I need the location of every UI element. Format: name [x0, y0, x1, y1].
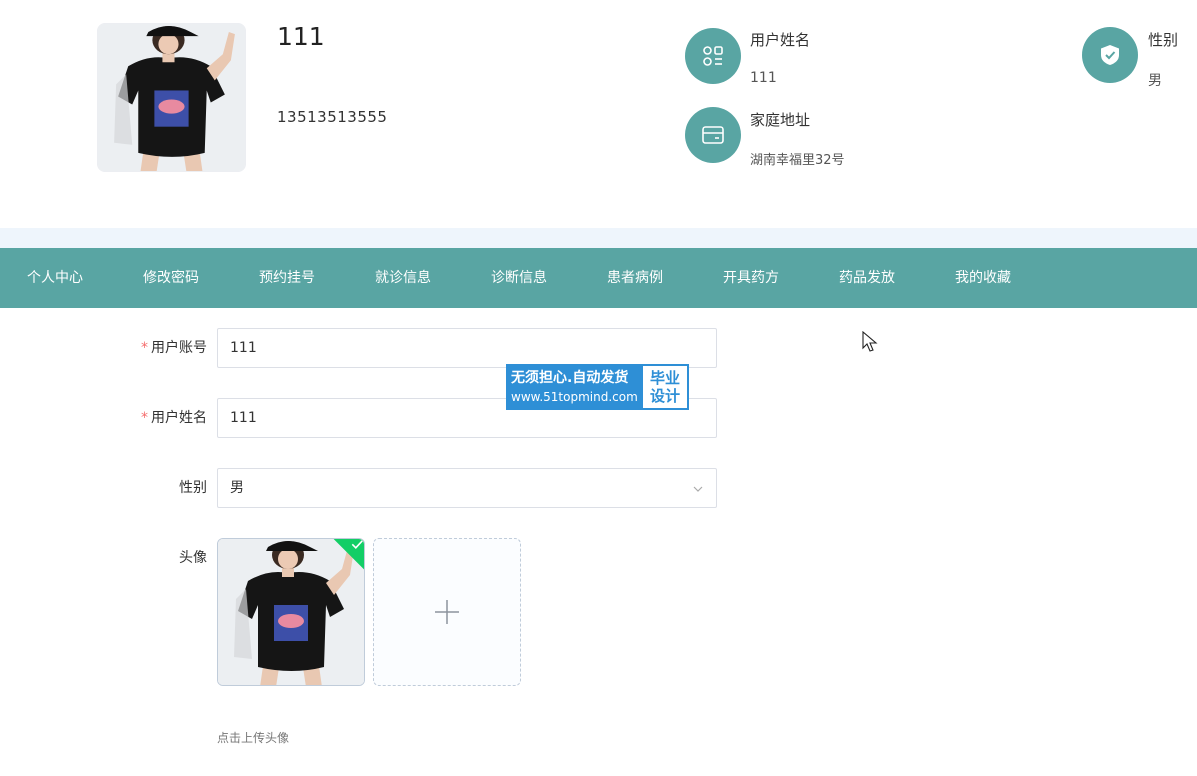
nav-item-cases[interactable]: 患者病例 [607, 248, 663, 308]
watermark-line2: www.51topmind.com [511, 390, 638, 404]
avatar-label: 头像 [179, 550, 207, 566]
nav-item-prescription[interactable]: 开具药方 [723, 248, 779, 308]
info-label-gender: 性别 [1148, 31, 1179, 49]
info-value-gender: 男 [1148, 73, 1162, 89]
shield-check-icon [1082, 27, 1138, 83]
upload-avatar-button[interactable] [373, 538, 521, 686]
gender-select[interactable]: 男 [217, 468, 717, 508]
profile-phone: 13513513555 [277, 108, 388, 126]
mouse-cursor-icon [862, 331, 878, 352]
divider-band [0, 228, 1197, 248]
profile-name: 111 [277, 22, 325, 51]
nav-item-dispense[interactable]: 药品发放 [839, 248, 895, 308]
info-label-address: 家庭地址 [750, 111, 811, 129]
nav-item-change-password[interactable]: 修改密码 [143, 248, 199, 308]
upload-tip: 点击上传头像 [217, 731, 290, 745]
watermark-right1: 毕业 [649, 369, 680, 387]
watermark-badge: 无须担心.自动发货 www.51topmind.com 毕业 设计 [506, 364, 689, 410]
account-label: * 用户账号 [141, 340, 207, 356]
gender-select-value: 男 [230, 480, 244, 496]
main-nav: 个人中心 修改密码 预约挂号 就诊信息 诊断信息 患者病例 开具药方 药品发放 … [0, 248, 1197, 308]
gender-label: 性别 [179, 480, 207, 496]
info-label-name: 用户姓名 [750, 31, 811, 49]
nav-item-appointment[interactable]: 预约挂号 [259, 248, 315, 308]
nav-item-diagnosis[interactable]: 诊断信息 [491, 248, 547, 308]
nav-item-visit-info[interactable]: 就诊信息 [375, 248, 431, 308]
nav-item-favorites[interactable]: 我的收藏 [955, 248, 1011, 308]
check-icon [351, 540, 363, 549]
chevron-down-icon [693, 486, 703, 492]
name-label: * 用户姓名 [141, 410, 207, 426]
plus-icon [435, 600, 459, 624]
apps-icon [685, 28, 741, 84]
uploaded-avatar[interactable] [217, 538, 365, 686]
info-value-address: 湖南幸福里32号 [750, 153, 845, 168]
watermark-right2: 设计 [649, 387, 680, 405]
nav-item-profile[interactable]: 个人中心 [27, 248, 83, 308]
info-value-name: 111 [750, 70, 777, 86]
avatar-photo [218, 539, 365, 686]
card-icon [685, 107, 741, 163]
account-input[interactable]: 111 [217, 328, 717, 368]
profile-avatar [97, 23, 246, 172]
watermark-line1: 无须担心.自动发货 [511, 370, 629, 386]
